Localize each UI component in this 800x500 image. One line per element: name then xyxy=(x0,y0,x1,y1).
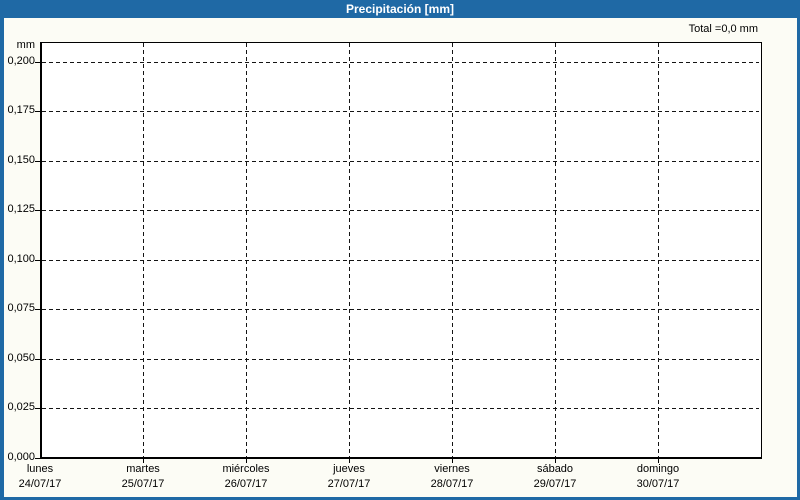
day-date: 27/07/17 xyxy=(327,478,371,490)
gridline-horizontal xyxy=(42,359,759,360)
day-date: 26/07/17 xyxy=(224,478,268,490)
plot-area xyxy=(40,42,762,459)
window-border-left xyxy=(0,0,4,500)
x-tick-label: viernes 28/07/17 xyxy=(392,462,512,492)
chart-title-bar: Precipitación [mm] xyxy=(0,0,800,18)
gridline-horizontal xyxy=(42,309,759,310)
gridline-horizontal xyxy=(42,260,759,261)
x-tick-label: domingo 30/07/17 xyxy=(598,462,718,492)
precipitation-chart-window: Precipitación [mm] Total =0,0 mm mm 0,20… xyxy=(0,0,800,500)
day-date: 29/07/17 xyxy=(533,478,577,490)
y-tick-label: 0,200 xyxy=(7,55,35,67)
x-tick-label: jueves 27/07/17 xyxy=(289,462,409,492)
day-date: 28/07/17 xyxy=(430,478,474,490)
y-tick-mark xyxy=(35,210,40,211)
y-tick-mark xyxy=(35,309,40,310)
x-tick-label: miércoles 26/07/17 xyxy=(186,462,306,492)
day-name: jueves xyxy=(333,463,365,475)
y-tick-mark xyxy=(35,161,40,162)
gridline-vertical xyxy=(246,43,247,457)
gridline-horizontal xyxy=(42,62,759,63)
day-name: martes xyxy=(126,463,160,475)
y-tick-label: 0,125 xyxy=(7,203,35,215)
gridline-vertical xyxy=(555,43,556,457)
y-tick-mark xyxy=(35,62,40,63)
y-tick-label: 0,150 xyxy=(7,154,35,166)
chart-title: Precipitación [mm] xyxy=(345,2,455,16)
day-name: sábado xyxy=(536,463,574,475)
day-name: viernes xyxy=(434,463,470,475)
y-tick-mark xyxy=(35,359,40,360)
y-tick-label: 0,050 xyxy=(7,352,35,364)
y-tick-label: 0,175 xyxy=(7,104,35,116)
y-tick-mark xyxy=(35,458,40,459)
y-tick-mark xyxy=(35,111,40,112)
x-tick-label: sábado 29/07/17 xyxy=(495,462,615,492)
gridline-vertical xyxy=(658,43,659,457)
gridline-horizontal xyxy=(42,210,759,211)
y-axis-unit-label: mm xyxy=(16,39,35,51)
y-tick-label: 0,025 xyxy=(7,401,35,413)
gridline-vertical xyxy=(452,43,453,457)
y-tick-mark xyxy=(35,260,40,261)
day-name: miércoles xyxy=(222,463,270,475)
y-tick-label: 0,075 xyxy=(7,302,35,314)
y-tick-mark xyxy=(35,408,40,409)
gridline-horizontal xyxy=(42,408,759,409)
gridline-vertical xyxy=(349,43,350,457)
x-tick-label: martes 25/07/17 xyxy=(83,462,203,492)
day-date: 25/07/17 xyxy=(121,478,165,490)
gridline-horizontal xyxy=(42,111,759,112)
day-date: 30/07/17 xyxy=(636,478,680,490)
total-label: Total =0,0 mm xyxy=(688,23,758,35)
gridline-vertical xyxy=(143,43,144,457)
gridline-horizontal xyxy=(42,161,759,162)
day-name: domingo xyxy=(636,463,680,475)
y-tick-label: 0,100 xyxy=(7,253,35,265)
